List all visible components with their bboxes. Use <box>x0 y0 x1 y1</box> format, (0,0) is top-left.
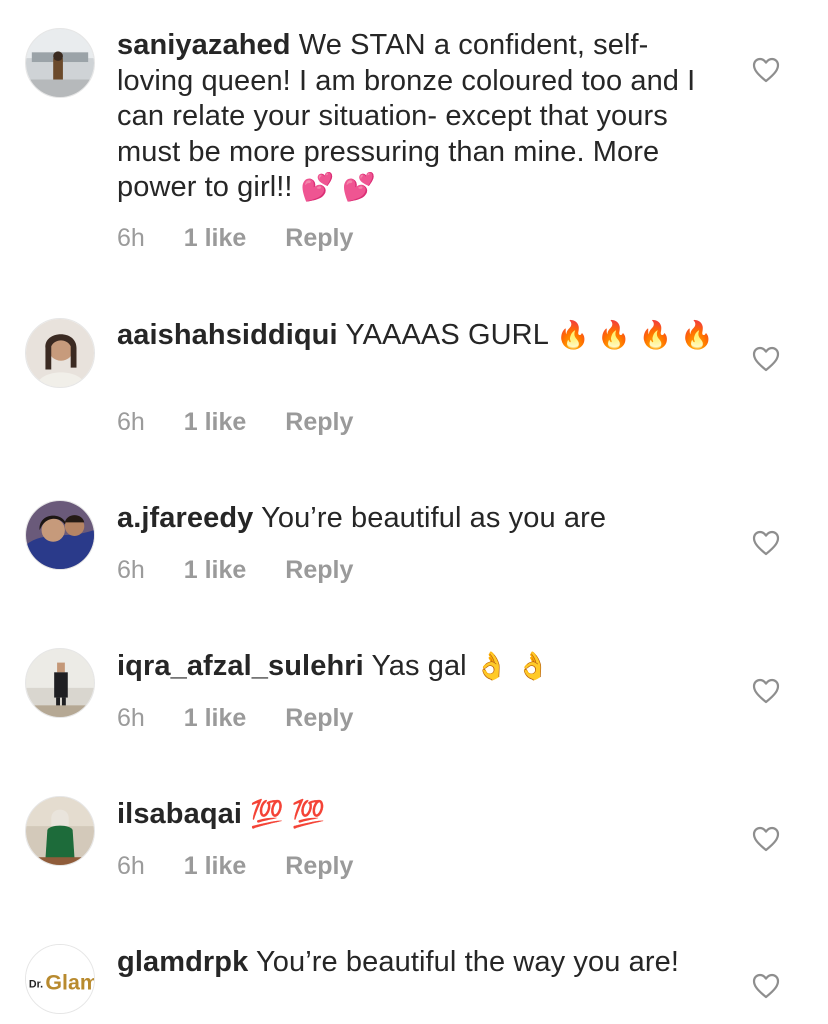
comment-text: aaishahsiddiqui YAAAAS GURL 🔥 🔥 🔥 🔥 <box>117 318 717 354</box>
comment-text: saniyazahed We STAN a confident, self-lo… <box>117 28 717 206</box>
comment-likes[interactable]: 1 like <box>184 408 247 437</box>
heart-icon[interactable] <box>752 346 780 372</box>
comment-likes[interactable]: 1 like <box>184 852 247 881</box>
comment-time: 6h <box>117 224 145 252</box>
comment-likes[interactable]: 1 like <box>184 704 247 733</box>
svg-text:Dr.: Dr. <box>29 979 43 991</box>
comment-time: 6h <box>117 852 145 880</box>
heart-icon[interactable] <box>752 826 780 852</box>
comment-meta: 6h 1 like Reply <box>117 704 385 733</box>
reply-button[interactable]: Reply <box>285 556 353 585</box>
avatar[interactable]: Dr. Glam <box>25 944 95 1014</box>
avatar[interactable] <box>25 648 95 718</box>
comment-text: ilsabaqai 💯 💯 <box>117 797 717 833</box>
comment-text: iqra_afzal_sulehri Yas gal 👌 👌 <box>117 649 717 685</box>
emoji: 💕 💕 <box>300 172 376 202</box>
emoji: 👌 👌 <box>474 651 550 681</box>
comment-username[interactable]: iqra_afzal_sulehri <box>117 650 364 682</box>
comment-username[interactable]: aaishahsiddiqui <box>117 319 338 351</box>
reply-button[interactable]: Reply <box>285 408 353 437</box>
comment-meta: 6h 1 like Reply <box>117 408 385 437</box>
emoji: 🔥 🔥 🔥 🔥 <box>556 320 714 350</box>
heart-icon[interactable] <box>752 530 780 556</box>
avatar[interactable] <box>25 500 95 570</box>
avatar[interactable] <box>25 318 95 388</box>
comment-time: 6h <box>117 704 145 732</box>
heart-icon[interactable] <box>752 973 780 999</box>
comment-username[interactable]: ilsabaqai <box>117 798 242 830</box>
comment-body: You’re beautiful the way you are! <box>255 946 679 978</box>
heart-icon[interactable] <box>752 678 780 704</box>
comment-meta: 6h 1 like Reply <box>117 852 385 881</box>
avatar[interactable] <box>25 28 95 98</box>
emoji: 💯 💯 <box>250 799 326 829</box>
comment-body: You’re beautiful as you are <box>261 502 607 534</box>
comment-text: a.jfareedy You’re beautiful as you are <box>117 501 717 537</box>
comment-username[interactable]: saniyazahed <box>117 29 291 61</box>
comment-time: 6h <box>117 556 145 584</box>
comment-body: Yas gal <box>371 650 467 682</box>
comment-username[interactable]: glamdrpk <box>117 946 248 978</box>
comment-likes[interactable]: 1 like <box>184 556 247 585</box>
comment-username[interactable]: a.jfareedy <box>117 502 253 534</box>
comment-meta: 6h 1 like Reply <box>117 224 385 253</box>
avatar[interactable] <box>25 796 95 866</box>
comment-body: YAAAAS GURL <box>345 319 548 351</box>
comment-likes[interactable]: 1 like <box>184 224 247 253</box>
svg-text:Glam: Glam <box>45 971 94 995</box>
comment-text: glamdrpk You’re beautiful the way you ar… <box>117 945 717 981</box>
reply-button[interactable]: Reply <box>285 224 353 253</box>
comment-time: 6h <box>117 408 145 436</box>
heart-icon[interactable] <box>752 57 780 83</box>
reply-button[interactable]: Reply <box>285 852 353 881</box>
comment-meta: 6h 1 like Reply <box>117 556 385 585</box>
reply-button[interactable]: Reply <box>285 704 353 733</box>
